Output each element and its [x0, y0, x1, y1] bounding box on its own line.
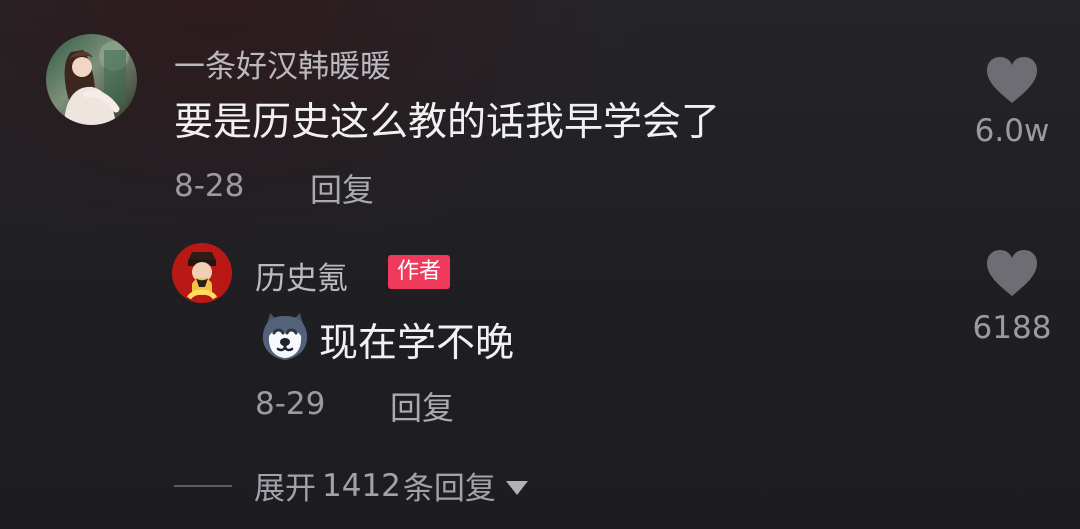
user-avatar[interactable]	[46, 34, 137, 125]
heart-icon	[987, 250, 1037, 296]
expand-count: 1412	[322, 467, 401, 504]
heart-icon	[987, 57, 1037, 103]
triangle-down-icon	[505, 480, 528, 495]
comment-text: 要是历史这么教的话我早学会了	[174, 100, 721, 145]
expand-suffix: 条回复	[402, 471, 496, 507]
like-button[interactable]: 6188	[966, 248, 1058, 344]
author-avatar[interactable]	[172, 243, 232, 303]
comment-username[interactable]: 一条好汉韩暖暖	[174, 41, 391, 86]
like-count: 6188	[972, 310, 1052, 346]
author-badge: 作者	[388, 255, 451, 289]
comments-screen: 一条好汉韩暖暖 要是历史这么教的话我早学会了 8-28 回复 6.0w 历史氪	[0, 0, 1080, 529]
comment-date: 8-29	[255, 386, 326, 422]
divider-line	[174, 484, 232, 487]
expand-prefix: 展开	[254, 471, 316, 507]
expand-replies-button[interactable]: 展开 1412 条回复	[174, 463, 528, 508]
comment-item-1: 一条好汉韩暖暖 要是历史这么教的话我早学会了 8-28 回复 6.0w	[0, 0, 1080, 220]
like-count: 6.0w	[974, 113, 1050, 149]
reply-button[interactable]: 回复	[390, 383, 454, 429]
comment-item-2: 历史氪 作者 现在学不晚 8-29 回复 6188	[0, 220, 1080, 440]
reply-button[interactable]: 回复	[310, 165, 374, 211]
author-username[interactable]: 历史氪	[255, 253, 348, 298]
comment-date: 8-28	[174, 168, 245, 204]
like-button[interactable]: 6.0w	[966, 55, 1058, 147]
comment-text: 现在学不晚	[319, 321, 515, 366]
husky-emoji	[257, 308, 313, 364]
